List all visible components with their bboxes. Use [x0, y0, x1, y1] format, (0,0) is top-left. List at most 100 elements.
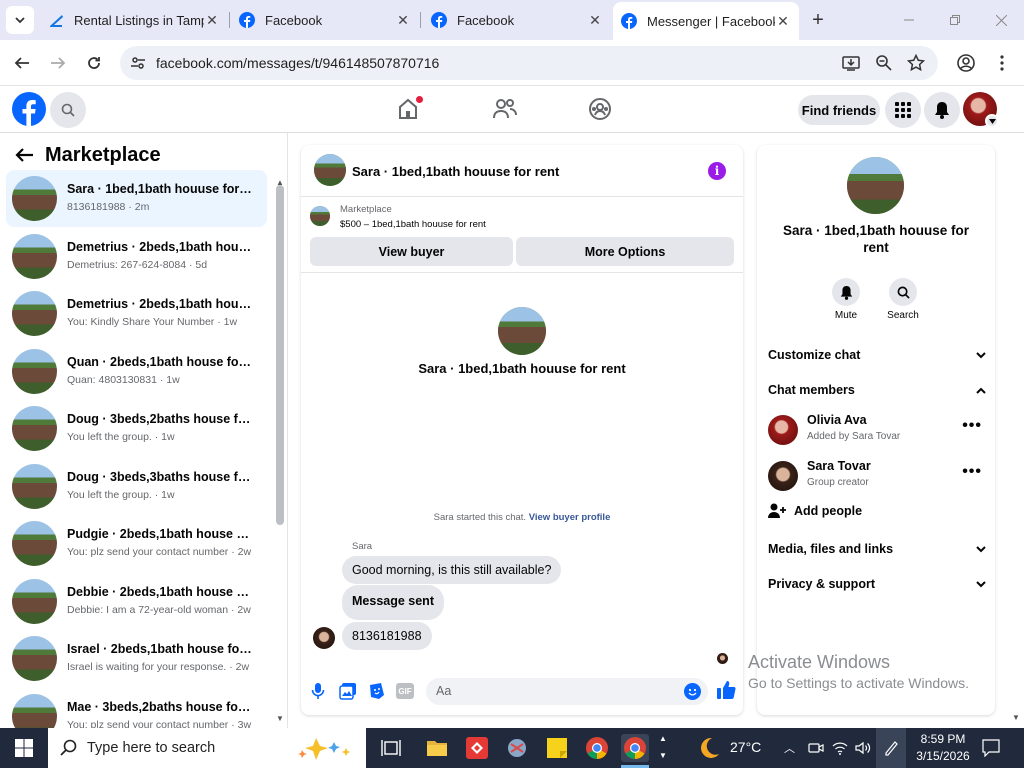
- facebook-logo-icon[interactable]: [12, 92, 46, 126]
- chat-list-item[interactable]: Doug · 3beds,3baths house for rent You le…: [6, 458, 267, 515]
- tab-close-icon[interactable]: ✕: [395, 12, 411, 28]
- anydesk-icon[interactable]: [463, 734, 491, 762]
- scrollbar[interactable]: [276, 185, 284, 525]
- home-icon[interactable]: [396, 96, 423, 121]
- chat-list-item[interactable]: Doug · 3beds,2baths house for rent You le…: [6, 400, 267, 457]
- friends-icon[interactable]: [492, 97, 518, 121]
- listing-detail[interactable]: $500 – 1bed,1bath houuse for rent: [340, 219, 486, 230]
- menu-grid-icon[interactable]: [885, 92, 921, 128]
- wifi-icon[interactable]: [832, 740, 848, 756]
- tray-chevron-icon[interactable]: ︿: [784, 740, 795, 756]
- tab-close-icon[interactable]: ✕: [775, 13, 791, 29]
- sticker-icon[interactable]: [368, 682, 386, 700]
- find-friends-button[interactable]: Find friends: [798, 95, 880, 125]
- message-bubble[interactable]: 8136181988: [342, 622, 432, 650]
- tab-close-icon[interactable]: ✕: [204, 12, 220, 28]
- taskbar-search-box[interactable]: Type here to search: [48, 728, 366, 768]
- site-settings-icon[interactable]: [130, 55, 146, 71]
- conversation-name: Sara · 1bed,1bath houuse for rent: [782, 223, 970, 255]
- more-options-icon[interactable]: •••: [962, 417, 982, 435]
- groups-icon[interactable]: [588, 97, 612, 121]
- more-options-icon[interactable]: •••: [962, 463, 982, 481]
- tab-rental-listings[interactable]: Rental Listings in Tampa ✕: [40, 6, 228, 34]
- chat-list-item[interactable]: Sara · 1bed,1bath houuse for rent 8136181…: [6, 170, 267, 227]
- chrome-icon[interactable]: [583, 734, 611, 762]
- sender-avatar[interactable]: [313, 627, 335, 649]
- emoji-icon[interactable]: [684, 683, 701, 700]
- page-scroll-down-icon[interactable]: ▼: [1012, 713, 1020, 722]
- windows-start-icon[interactable]: [10, 734, 38, 762]
- view-buyer-profile-link[interactable]: View buyer profile: [529, 512, 611, 523]
- temperature[interactable]: 27°C: [730, 739, 761, 755]
- chat-list-item[interactable]: Pudgie · 2beds,1bath house for rent You: …: [6, 515, 267, 572]
- install-app-icon[interactable]: [842, 54, 860, 72]
- more-options-button[interactable]: More Options: [516, 237, 734, 266]
- restore-icon[interactable]: [932, 0, 978, 40]
- listing-thumbnail: [12, 406, 57, 451]
- chat-list-item[interactable]: Demetrius · 2beds,1bath house for rent Yo…: [6, 285, 267, 342]
- chat-members-section[interactable]: Chat members: [768, 383, 986, 397]
- media-files-links-section[interactable]: Media, files and links: [768, 542, 986, 556]
- chrome-active-icon[interactable]: [621, 734, 649, 762]
- notifications-bell-icon[interactable]: [924, 92, 960, 128]
- customize-chat-section[interactable]: Customize chat: [768, 348, 986, 362]
- bookmark-star-icon[interactable]: [907, 54, 925, 72]
- microphone-icon[interactable]: [311, 682, 325, 700]
- tab-facebook-2[interactable]: Facebook ✕: [423, 6, 611, 34]
- profile-icon[interactable]: [952, 49, 980, 77]
- pen-workspace-icon[interactable]: [876, 728, 906, 768]
- chat-header-title[interactable]: Sara · 1bed,1bath houuse for rent: [352, 164, 559, 179]
- clock[interactable]: 8:59 PM 3/15/2026: [912, 731, 974, 765]
- add-people-button[interactable]: Add people: [768, 503, 862, 519]
- back-arrow-icon[interactable]: [14, 147, 34, 163]
- tab-facebook-1[interactable]: Facebook ✕: [231, 6, 419, 34]
- back-arrow-icon[interactable]: [8, 49, 36, 77]
- snipping-tool-icon[interactable]: [503, 734, 531, 762]
- privacy-support-section[interactable]: Privacy & support: [768, 577, 986, 591]
- weather-moon-icon[interactable]: [697, 736, 721, 760]
- chevron-down-icon: [15, 17, 25, 24]
- address-bar[interactable]: facebook.com/messages/t/946148507870716: [120, 46, 938, 80]
- task-view-icon[interactable]: [377, 734, 405, 762]
- view-buyer-button[interactable]: View buyer: [310, 237, 513, 266]
- mute-button[interactable]: [832, 278, 860, 306]
- scroll-up-icon[interactable]: ▲: [276, 178, 284, 187]
- volume-icon[interactable]: [855, 740, 871, 756]
- tab-close-icon[interactable]: ✕: [587, 12, 603, 28]
- browser-menu-icon[interactable]: [988, 49, 1016, 77]
- file-explorer-icon[interactable]: [423, 734, 451, 762]
- chat-list-item[interactable]: Debbie · 2beds,1bath house for rent Debbi…: [6, 573, 267, 630]
- message-bubble[interactable]: Good morning, is this still available?: [342, 556, 562, 584]
- info-icon[interactable]: i: [708, 162, 726, 180]
- search-in-conversation-button[interactable]: [889, 278, 917, 306]
- sticky-notes-icon[interactable]: [543, 734, 571, 762]
- thumbs-up-icon[interactable]: [716, 680, 736, 700]
- zoom-icon[interactable]: [875, 54, 893, 72]
- message-input[interactable]: Aa: [426, 678, 708, 705]
- gif-icon[interactable]: GIF: [396, 683, 414, 699]
- chat-avatar[interactable]: [314, 154, 346, 186]
- photo-icon[interactable]: [339, 682, 357, 700]
- forward-arrow-icon[interactable]: [44, 49, 72, 77]
- chat-list-item[interactable]: Mae · 3beds,2baths house for rent You: pl…: [6, 688, 267, 728]
- member-row[interactable]: Sara Tovar Group creator •••: [768, 457, 986, 497]
- new-tab-icon[interactable]: +: [806, 8, 830, 32]
- notification-center-icon[interactable]: [982, 739, 1000, 757]
- tab-title: Messenger | Facebook: [647, 13, 775, 29]
- scroll-down-icon[interactable]: ▼: [276, 714, 284, 723]
- tab-search-dropdown[interactable]: [6, 6, 34, 34]
- taskbar-scroll-arrows[interactable]: ▲ ▼: [659, 730, 667, 764]
- tab-messenger[interactable]: Messenger | Facebook ✕: [613, 2, 799, 40]
- meet-now-icon[interactable]: [808, 740, 824, 756]
- message-bubble[interactable]: Message sent: [342, 585, 444, 620]
- chat-list-item[interactable]: Israel · 2beds,1bath house for rent Israe…: [6, 630, 267, 687]
- chat-list-item[interactable]: Demetrius · 2beds,1bath house for rent De…: [6, 228, 267, 285]
- member-row[interactable]: Olivia Ava Added by Sara Tovar •••: [768, 411, 986, 451]
- reload-icon[interactable]: [80, 49, 108, 77]
- account-avatar[interactable]: [963, 92, 999, 128]
- windows-taskbar: Type here to search ▲ ▼ 27°C ︿ 8:59 PM 3/…: [0, 728, 1024, 768]
- close-window-icon[interactable]: [978, 0, 1024, 40]
- search-icon[interactable]: [50, 92, 86, 128]
- chat-list-item[interactable]: Quan · 2beds,1bath house for rent Quan: 4…: [6, 343, 267, 400]
- minimize-icon[interactable]: [886, 0, 932, 40]
